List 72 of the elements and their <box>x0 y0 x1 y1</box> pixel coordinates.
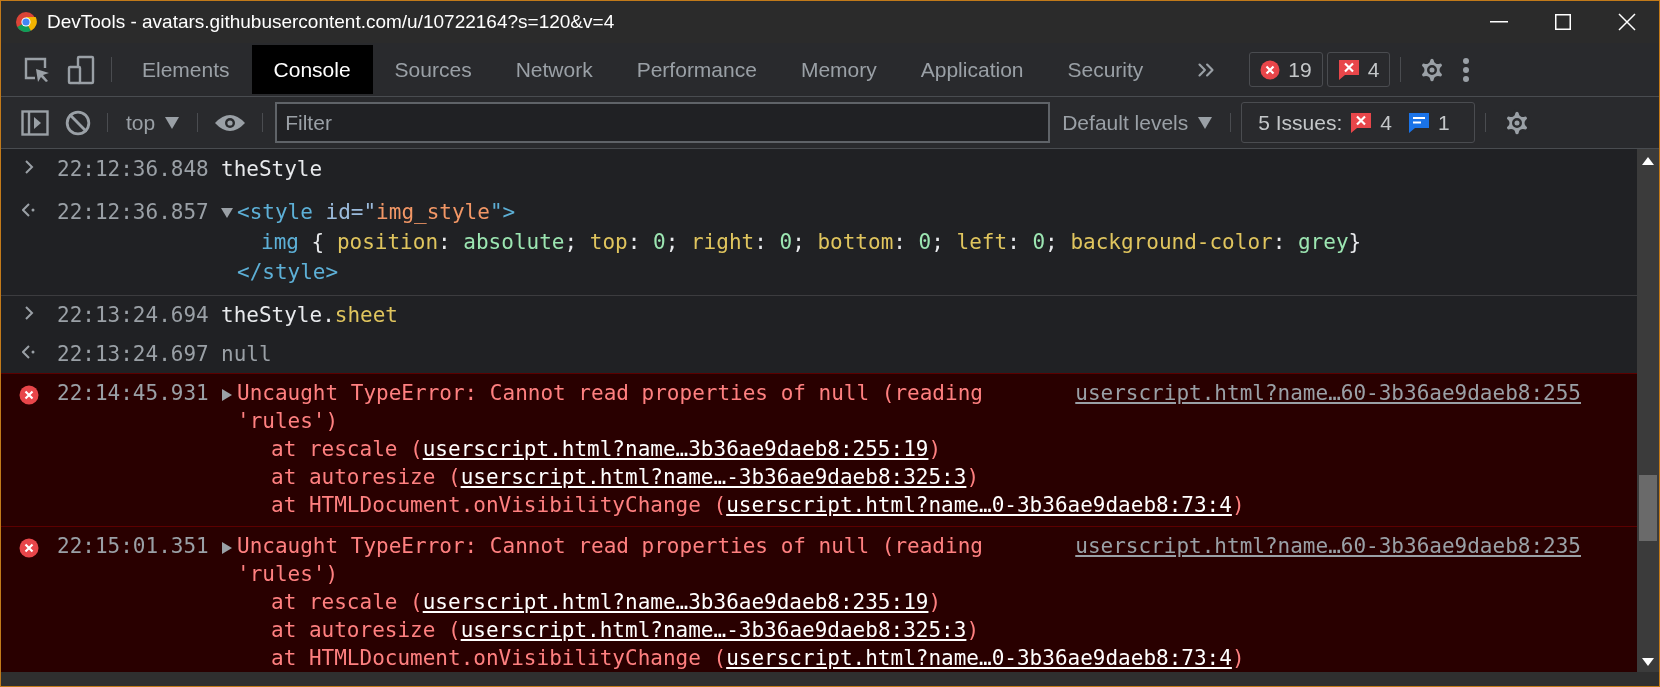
close-icon <box>1618 13 1636 31</box>
panel-tab[interactable]: Memory <box>778 45 899 94</box>
issue-icon <box>1337 58 1360 81</box>
timestamp: 22:13:24.694 <box>57 302 210 329</box>
error-icon <box>1260 59 1281 80</box>
stack-frame: at autoresize (userscript.html?name…-3b36ae9daeb8:325:3) <box>221 616 1637 644</box>
stack-frame: at rescale (userscript.html?name…3b36ae9daeb8:255:19) <box>221 435 1637 463</box>
timestamp: 22:14:45.931 <box>57 380 210 407</box>
dropdown-caret-icon <box>1198 116 1213 129</box>
code-line: img { position: absolute; top: 0; right: 0; bottom: 0; left: 0; background-color: grey} <box>260 229 1363 256</box>
result-arrow-icon <box>22 203 36 217</box>
panel-tab[interactable]: Elements <box>120 45 252 94</box>
error-icon <box>19 538 39 558</box>
code-line: theStyle <box>221 156 324 183</box>
scrollbar[interactable] <box>1637 149 1659 672</box>
code-line: <style id="img_style"> <box>237 199 517 226</box>
issues-button[interactable]: 5 Issues: 4 1 <box>1241 102 1475 143</box>
panel-tab[interactable]: Performance <box>614 45 779 94</box>
source-link[interactable]: userscript.html?name…60-3b36ae9daeb8:255 <box>1075 379 1581 435</box>
source-link[interactable]: userscript.html?name…0-3b36ae9daeb8:73:4 <box>726 493 1232 517</box>
expand-triangle-icon[interactable] <box>220 207 234 219</box>
context-dropdown[interactable]: top <box>116 101 190 144</box>
source-link[interactable]: userscript.html?name…-3b36ae9daeb8:325:3 <box>460 465 967 489</box>
maximize-icon <box>1555 14 1571 30</box>
window-title: DevTools - avatars.githubusercontent.com/u/10722164?s=120&v=4 <box>47 11 616 33</box>
error-message: Uncaught TypeError: Cannot read properties of null (reading 'rules') <box>237 380 984 435</box>
panel-tab[interactable]: Application <box>898 45 1046 94</box>
filter-field[interactable]: Filter <box>275 102 1051 143</box>
minimize-icon <box>1490 21 1508 23</box>
stack-frame: at HTMLDocument.onVisibilityChange (userscript.html?name…0-3b36ae9daeb8:73:4) <box>221 491 1637 519</box>
panel-tab[interactable]: Console <box>251 45 373 94</box>
clear-icon <box>65 109 91 136</box>
inspect-cursor-icon <box>23 55 51 84</box>
eye-icon <box>214 112 247 133</box>
expand-triangle-icon[interactable] <box>221 541 233 555</box>
expand-triangle-icon[interactable] <box>221 388 233 402</box>
source-link[interactable]: userscript.html?name…3b36ae9daeb8:255:19 <box>422 437 929 461</box>
source-link[interactable]: userscript.html?name…3b36ae9daeb8:235:19 <box>422 590 929 614</box>
scroll-up-icon[interactable] <box>1642 157 1654 165</box>
timestamp: 22:13:24.697 <box>57 341 210 368</box>
sidebar-icon <box>21 109 49 136</box>
code-line: </style> <box>237 259 340 286</box>
browser-logo-icon <box>15 11 37 33</box>
panel-tab[interactable]: Sources <box>372 45 494 94</box>
input-prompt-icon <box>24 306 34 320</box>
scroll-down-icon[interactable] <box>1642 658 1654 666</box>
device-icon <box>67 54 95 85</box>
source-link[interactable]: userscript.html?name…0-3b36ae9daeb8:73:4 <box>726 646 1232 670</box>
message-icon <box>1408 111 1430 134</box>
source-link[interactable]: userscript.html?name…60-3b36ae9daeb8:235 <box>1075 532 1581 588</box>
error-icon <box>19 385 39 405</box>
stack-frame: at HTMLDocument.onVisibilityChange (userscript.html?name…0-3b36ae9daeb8:73:4) <box>221 644 1637 672</box>
issue-icon <box>1350 111 1373 134</box>
counter-badge[interactable]: 4 <box>1326 52 1391 87</box>
source-link[interactable]: userscript.html?name…-3b36ae9daeb8:325:3 <box>460 618 967 642</box>
panel-tab[interactable]: Security <box>1045 45 1166 94</box>
log-levels-dropdown[interactable]: Default levels <box>1054 101 1223 144</box>
input-prompt-icon <box>24 160 34 174</box>
code-line: null <box>221 341 273 368</box>
timestamp: 22:12:36.857 <box>57 199 210 226</box>
stack-frame: at autoresize (userscript.html?name…-3b36ae9daeb8:325:3) <box>221 463 1637 491</box>
stack-frame: at rescale (userscript.html?name…3b36ae9daeb8:235:19) <box>221 588 1637 616</box>
result-arrow-icon <box>22 345 36 359</box>
counter-badge[interactable]: 19 <box>1249 52 1323 87</box>
timestamp: 22:15:01.351 <box>57 533 210 560</box>
code-line: theStyle.sheet <box>221 302 399 329</box>
scrollbar-thumb[interactable] <box>1639 475 1657 541</box>
menu-icon <box>1463 57 1470 82</box>
panel-tab[interactable]: Network <box>493 45 615 94</box>
timestamp: 22:12:36.848 <box>57 156 210 183</box>
error-message: Uncaught TypeError: Cannot read properties of null (reading 'rules') <box>237 533 984 588</box>
dropdown-caret-icon <box>165 116 180 129</box>
